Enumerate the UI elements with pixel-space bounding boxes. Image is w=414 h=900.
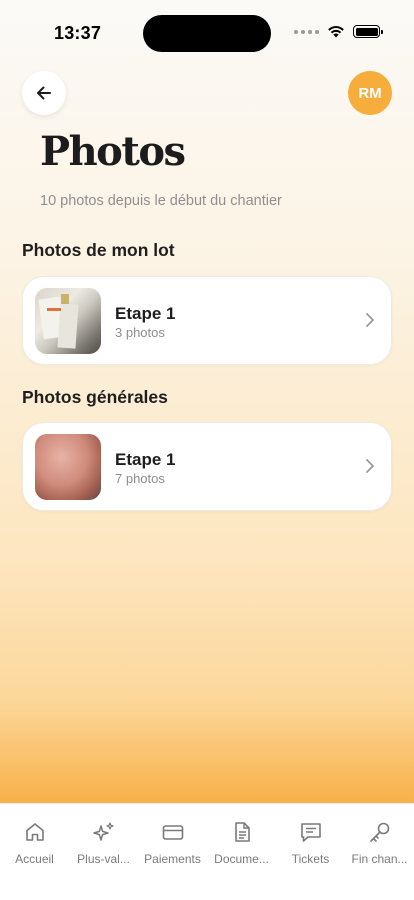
- status-icons: [294, 25, 383, 38]
- wifi-icon: [328, 26, 344, 38]
- tab-fin-chantier[interactable]: Fin chan...: [345, 804, 414, 900]
- tab-plus-values[interactable]: Plus-val...: [69, 804, 138, 900]
- cellular-signal-icon: [294, 29, 319, 34]
- tab-documents[interactable]: Docume...: [207, 804, 276, 900]
- tab-label: Docume...: [214, 852, 269, 866]
- tab-label: Tickets: [291, 852, 330, 866]
- album-thumbnail: [35, 288, 101, 354]
- chevron-right-icon: [366, 313, 374, 327]
- document-icon: [234, 822, 250, 842]
- status-bar: 13:37: [0, 0, 414, 64]
- tab-label: Plus-val...: [77, 852, 130, 866]
- bottom-tab-bar: Accueil Plus-val... Paiements Docume...: [0, 803, 414, 900]
- tab-label: Fin chan...: [351, 852, 408, 866]
- arrow-left-icon: [37, 86, 51, 100]
- page-subtitle: 10 photos depuis le début du chantier: [40, 193, 282, 209]
- chevron-right-icon: [366, 459, 374, 473]
- tab-label: Accueil: [15, 852, 54, 866]
- sparkles-icon: [92, 822, 114, 841]
- album-card-lot-etape-1[interactable]: Etape 1 3 photos: [22, 276, 392, 365]
- tab-tickets[interactable]: Tickets: [276, 804, 345, 900]
- section-title-lot: Photos de mon lot: [22, 240, 175, 260]
- page-title: Photos: [40, 128, 186, 175]
- key-icon: [369, 822, 389, 842]
- message-icon: [300, 823, 321, 842]
- album-title: Etape 1: [115, 304, 176, 323]
- status-time: 13:37: [54, 23, 102, 43]
- home-icon: [25, 823, 44, 841]
- avatar[interactable]: RM: [348, 71, 392, 115]
- battery-icon: [353, 25, 383, 38]
- tab-paiements[interactable]: Paiements: [138, 804, 207, 900]
- dynamic-island: [143, 15, 271, 52]
- album-photo-count: 3 photos: [115, 325, 165, 340]
- album-title: Etape 1: [115, 450, 176, 469]
- album-card-general-etape-1[interactable]: Etape 1 7 photos: [22, 422, 392, 511]
- tab-accueil[interactable]: Accueil: [0, 804, 69, 900]
- credit-card-icon: [162, 825, 183, 840]
- back-button[interactable]: [22, 71, 66, 115]
- section-title-general: Photos générales: [22, 387, 168, 407]
- album-thumbnail: [35, 434, 101, 500]
- album-photo-count: 7 photos: [115, 471, 165, 486]
- tab-label: Paiements: [144, 852, 201, 866]
